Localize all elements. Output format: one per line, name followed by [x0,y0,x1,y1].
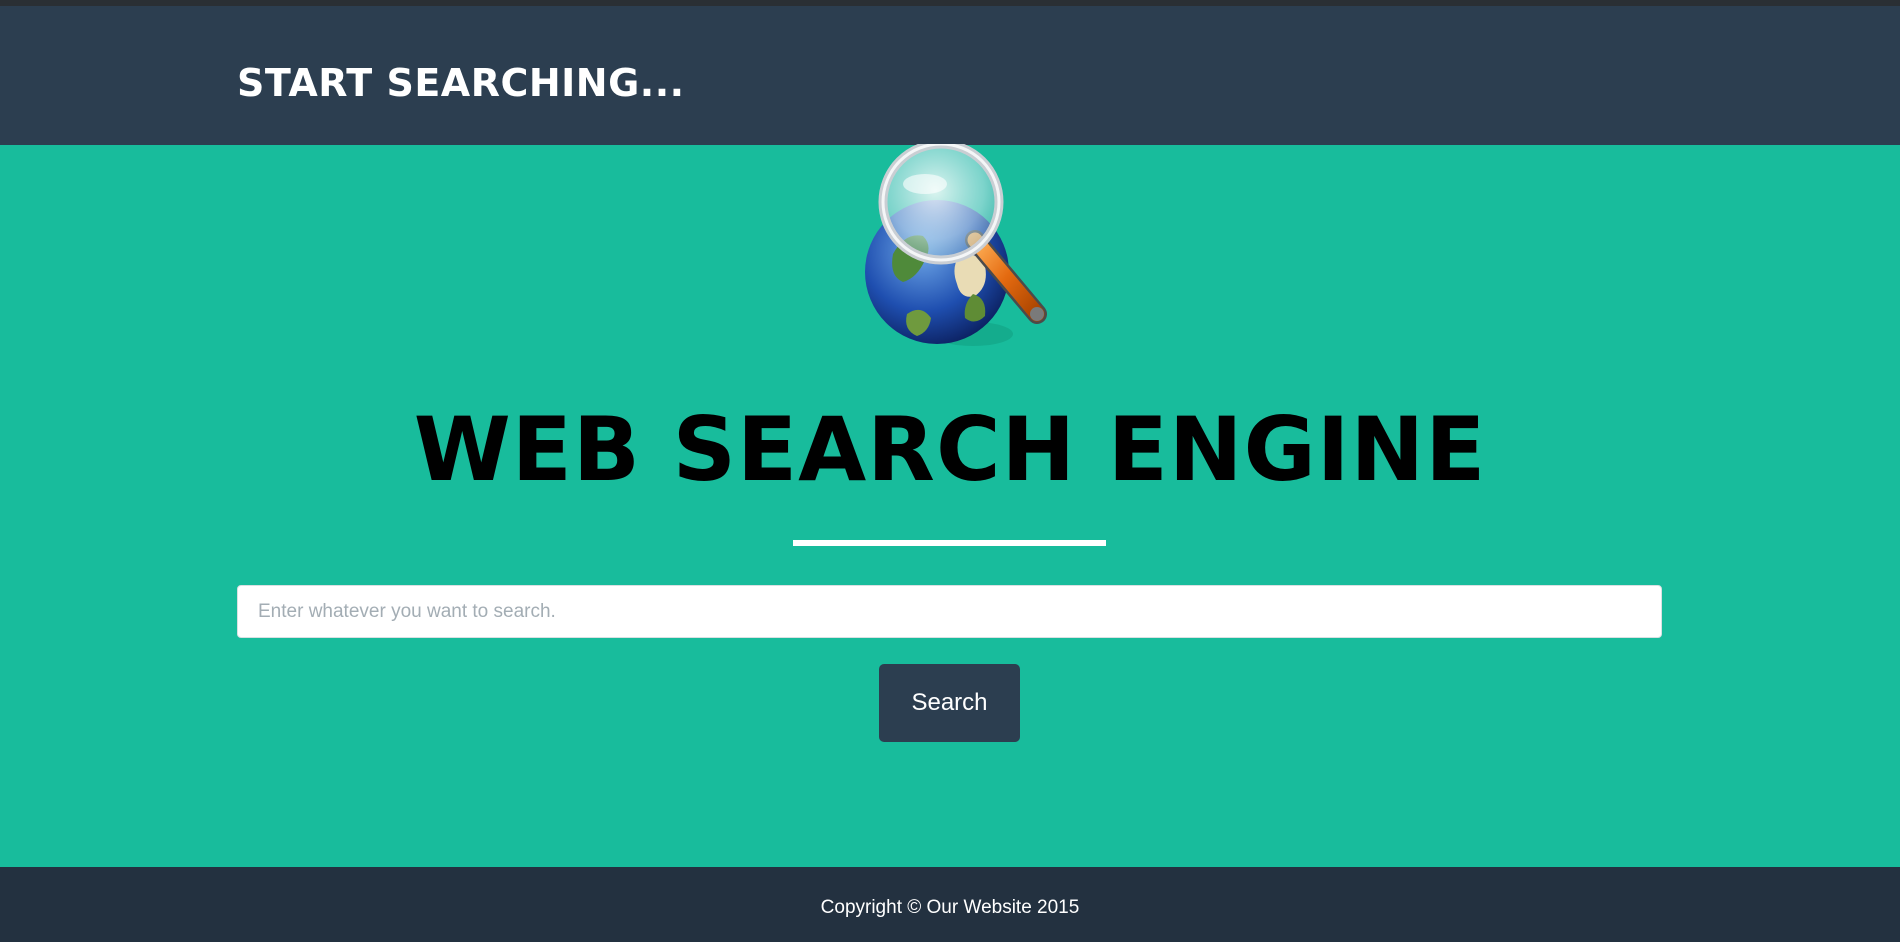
globe-magnifier-icon [865,144,1047,346]
navbar: START SEARCHING... [0,6,1900,145]
brand-link[interactable]: START SEARCHING... [237,61,685,105]
search-input[interactable] [237,585,1662,638]
page-title: WEB SEARCH ENGINE [413,398,1487,501]
title-divider [793,540,1106,546]
footer: Copyright © Our Website 2015 [0,867,1900,942]
copyright-text: Copyright © Our Website 2015 [820,897,1080,918]
search-button[interactable]: Search [879,664,1020,742]
